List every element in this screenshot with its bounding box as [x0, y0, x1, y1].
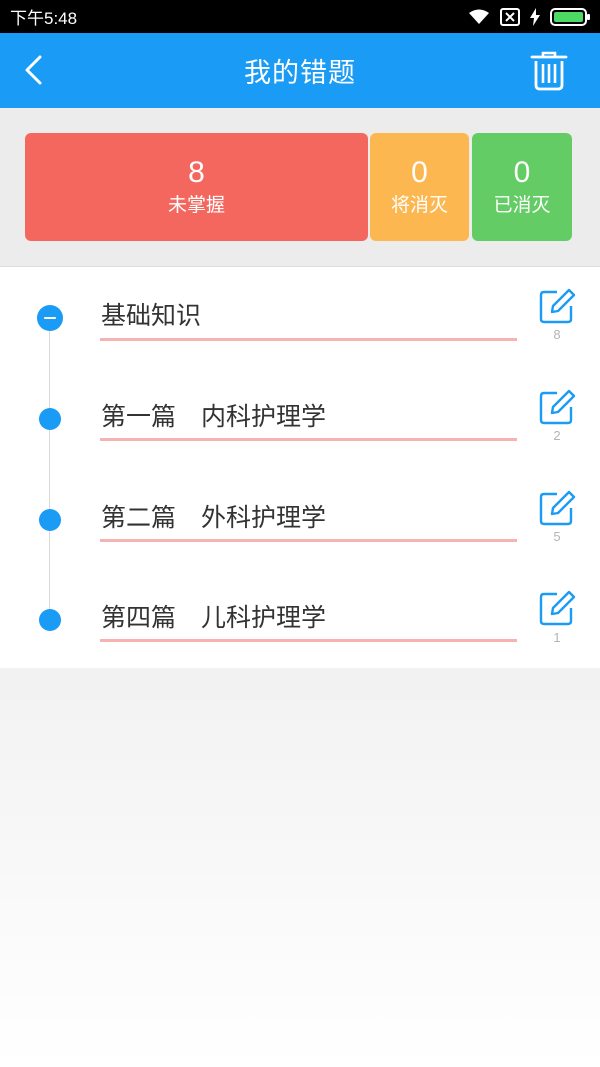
timeline-dot	[39, 408, 61, 430]
chapter-title[interactable]: 第四篇 儿科护理学	[101, 598, 326, 634]
wifi-icon	[469, 9, 489, 24]
chapter-underline	[100, 438, 517, 441]
chapter-title[interactable]: 第一篇 内科护理学	[101, 397, 326, 433]
chapter-underline	[100, 639, 517, 642]
stat-to-eliminate-label: 将消灭	[390, 194, 448, 216]
sim-x-icon	[500, 7, 520, 26]
chapter-row: 基础知识 8	[0, 267, 600, 367]
stat-eliminated[interactable]: 0 已消灭	[472, 133, 572, 241]
edit-icon[interactable]	[538, 590, 576, 628]
chapter-row: 第四篇 儿科护理学 1	[0, 569, 600, 669]
charging-icon	[530, 7, 540, 26]
chapter-underline	[100, 338, 517, 341]
edit-icon[interactable]	[538, 389, 576, 427]
app-bar: 我的错题	[0, 33, 600, 108]
edit-icon[interactable]	[538, 490, 576, 528]
timeline-dot	[39, 609, 61, 631]
chapter-count: 8	[553, 327, 561, 342]
chapter-title[interactable]: 第二篇 外科护理学	[101, 498, 326, 534]
chapter-title[interactable]: 基础知识	[101, 296, 201, 332]
stat-to-eliminate-value: 0	[411, 156, 428, 189]
chapter-count: 5	[553, 529, 561, 544]
timeline-dot	[39, 509, 61, 531]
stat-unmastered[interactable]: 8 未掌握	[25, 133, 368, 241]
page-title: 我的错题	[244, 58, 356, 89]
edit-icon[interactable]	[538, 288, 576, 326]
chapter-list: 基础知识 8 第一篇 内科护理学 2 第二篇 外科护理学 5 第四篇 儿科护理学	[0, 266, 600, 668]
stats-area: 8 未掌握 0 将消灭 0 已消灭	[0, 108, 600, 266]
chapter-row: 第二篇 外科护理学 5	[0, 469, 600, 569]
chapter-underline	[100, 539, 517, 542]
status-icons	[468, 7, 590, 26]
chapter-row: 第一篇 内科护理学 2	[0, 368, 600, 468]
battery-icon	[550, 7, 590, 26]
stat-unmastered-value: 8	[188, 156, 205, 189]
collapse-icon[interactable]	[37, 305, 63, 331]
stat-eliminated-label: 已消灭	[493, 194, 551, 216]
chapter-count: 2	[553, 428, 561, 443]
trash-icon[interactable]	[530, 51, 568, 91]
chapter-count: 1	[553, 630, 561, 645]
stat-unmastered-label: 未掌握	[167, 194, 225, 216]
status-bar: 下午5:48	[0, 0, 600, 33]
stat-to-eliminate[interactable]: 0 将消灭	[370, 133, 469, 241]
status-time: 下午5:48	[10, 9, 78, 28]
stat-eliminated-value: 0	[513, 156, 531, 189]
back-arrow-icon[interactable]	[18, 53, 52, 87]
